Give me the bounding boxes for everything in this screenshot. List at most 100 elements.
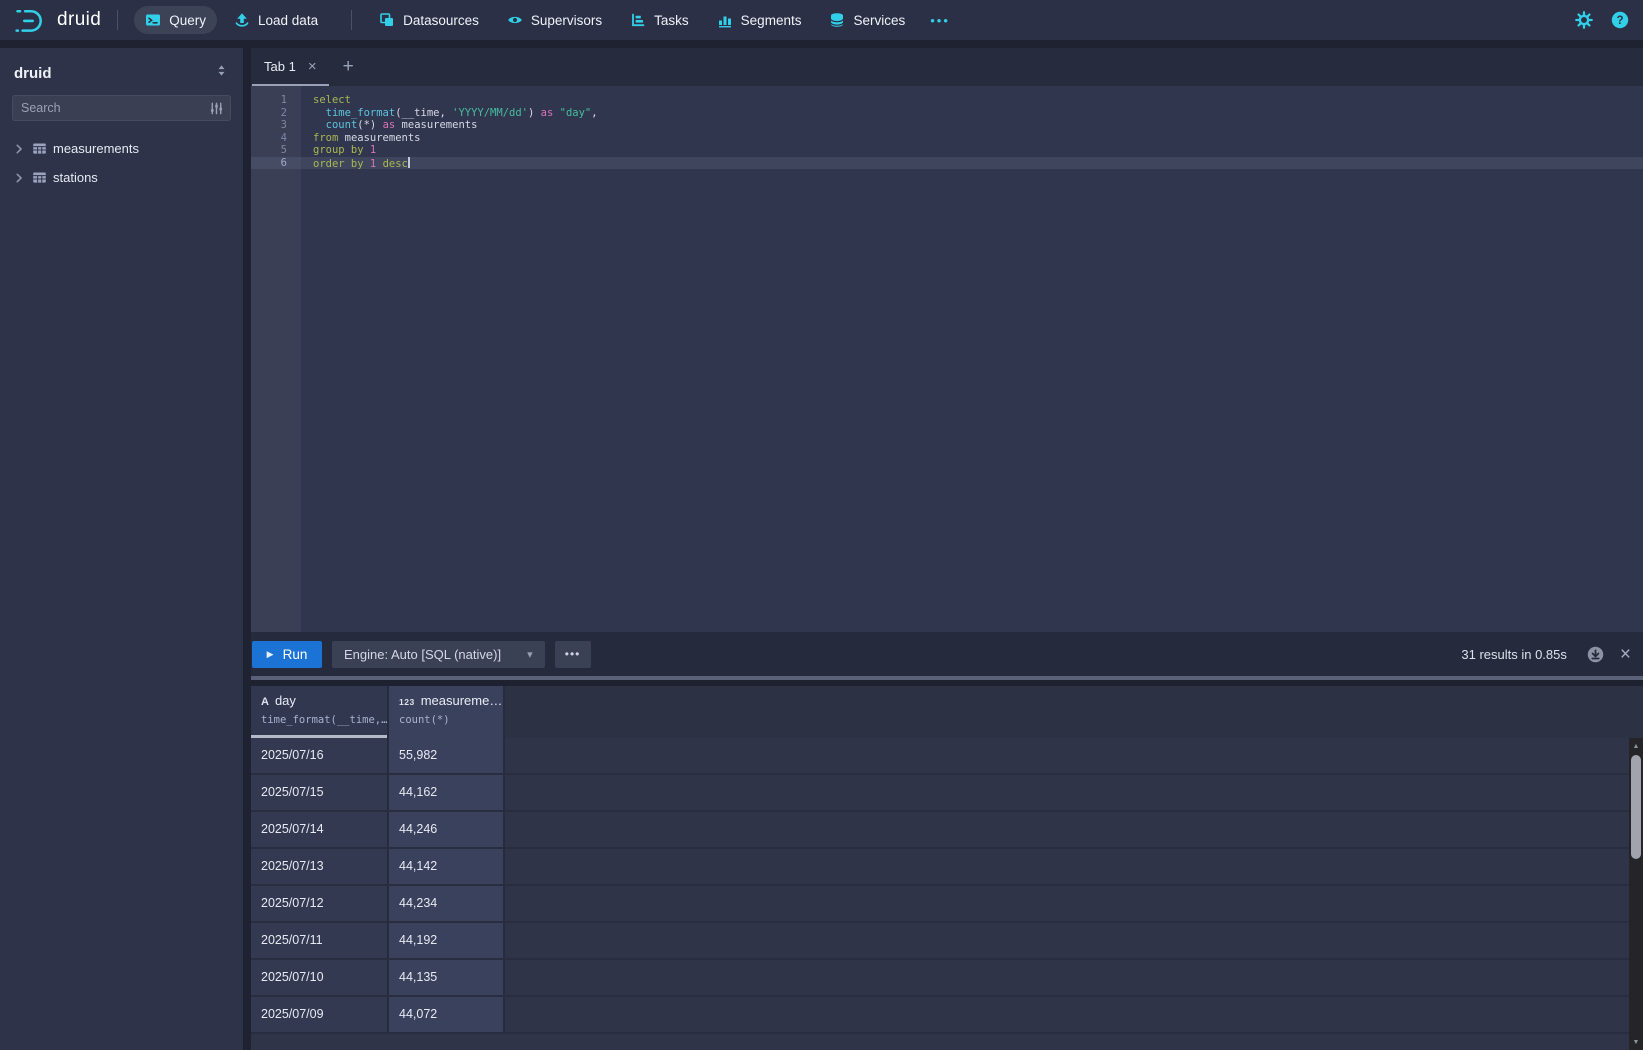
table-row: 2025/07/1655,982 <box>251 738 1643 775</box>
cell-measurements[interactable]: 44,135 <box>389 960 505 995</box>
row-filler <box>505 812 1643 847</box>
column-expression: count(*) <box>399 714 503 726</box>
search-input[interactable] <box>13 101 209 115</box>
code-line: select <box>301 94 1643 107</box>
search-box <box>12 95 231 121</box>
nav-item-label: Supervisors <box>531 13 602 28</box>
table-row: 2025/07/1244,234 <box>251 886 1643 923</box>
nav-divider <box>351 10 352 30</box>
nav-more-icon[interactable]: ••• <box>922 7 958 34</box>
number-type-icon: 123 <box>399 697 415 707</box>
gantt-icon <box>630 12 646 28</box>
nav-item-label: Load data <box>258 13 318 28</box>
result-summary: 31 results in 0.85s <box>1461 647 1567 662</box>
cell-measurements[interactable]: 44,072 <box>389 997 505 1032</box>
tree-item-measurements[interactable]: measurements <box>0 134 243 163</box>
row-filler <box>505 997 1643 1032</box>
sql-editor[interactable]: 123456 select time_format(__time, 'YYYY/… <box>251 86 1643 632</box>
code-line: order by 1 desc <box>301 157 1643 170</box>
close-results-icon[interactable]: × <box>1620 645 1631 664</box>
nav-item-label: Query <box>169 13 206 28</box>
filter-icon[interactable] <box>209 101 224 116</box>
nav-item-label: Services <box>853 13 905 28</box>
column-header-day[interactable]: A day time_format(__time,… <box>251 686 389 738</box>
engine-label: Engine: Auto [SQL (native)] <box>344 647 501 662</box>
nav-item-datasources[interactable]: Datasources <box>368 6 490 34</box>
editor-code[interactable]: select time_format(__time, 'YYYY/MM/dd')… <box>301 86 1643 632</box>
run-button[interactable]: ▶ Run <box>252 641 322 668</box>
nav-item-segments[interactable]: Segments <box>706 6 813 34</box>
column-expression: time_format(__time,… <box>261 714 387 726</box>
nav-divider <box>117 10 118 30</box>
row-filler <box>505 960 1643 995</box>
nav-item-query[interactable]: Query <box>134 6 217 34</box>
druid-logo-icon <box>14 7 48 34</box>
chevron-right-icon[interactable] <box>12 171 26 185</box>
table-icon <box>32 141 47 156</box>
datasource-tree: measurements stations <box>0 134 243 192</box>
engine-select[interactable]: Engine: Auto [SQL (native)] ▾ <box>332 641 545 668</box>
line-number: 6 <box>251 157 301 170</box>
column-header-measurements[interactable]: 123 measureme… count(*) <box>389 686 505 738</box>
schema-sidebar: druid measurements <box>0 48 243 1050</box>
tree-item-stations[interactable]: stations <box>0 163 243 192</box>
tab-close-icon[interactable]: × <box>308 59 317 74</box>
line-number: 5 <box>251 144 301 157</box>
nav-item-load-data[interactable]: Load data <box>223 6 329 34</box>
druid-console: druid Query Load data Datasources <box>0 0 1643 1050</box>
new-tab-icon[interactable]: + <box>329 56 368 78</box>
datasources-icon <box>379 12 395 28</box>
tab-active[interactable]: Tab 1 × <box>252 48 329 86</box>
gear-icon[interactable] <box>1575 11 1593 29</box>
druid-logo[interactable]: druid <box>14 7 101 34</box>
cell-day[interactable]: 2025/07/15 <box>251 775 389 810</box>
query-workbench: Tab 1 × + 123456 select time_format(__ti… <box>251 48 1643 1050</box>
line-number: 4 <box>251 132 301 145</box>
run-bar: ▶ Run Engine: Auto [SQL (native)] ▾ ••• … <box>251 632 1643 676</box>
code-line: time_format(__time, 'YYYY/MM/dd') as "da… <box>301 107 1643 120</box>
caret-down-icon: ▾ <box>527 648 533 661</box>
nav-item-tasks[interactable]: Tasks <box>619 6 700 34</box>
cell-day[interactable]: 2025/07/14 <box>251 812 389 847</box>
text-caret <box>408 157 410 168</box>
query-more-button[interactable]: ••• <box>555 641 591 668</box>
row-filler <box>505 738 1643 773</box>
results-body: 2025/07/1655,9822025/07/1544,1622025/07/… <box>251 738 1643 1034</box>
row-filler <box>505 849 1643 884</box>
cell-day[interactable]: 2025/07/09 <box>251 997 389 1032</box>
results-panel: A day time_format(__time,… 123 measureme… <box>251 686 1643 1050</box>
cell-day[interactable]: 2025/07/16 <box>251 738 389 773</box>
table-row: 2025/07/1344,142 <box>251 849 1643 886</box>
tree-item-label: measurements <box>53 141 139 156</box>
nav-item-supervisors[interactable]: Supervisors <box>496 6 613 34</box>
double-caret-icon[interactable] <box>214 63 229 83</box>
string-type-icon: A <box>261 696 269 708</box>
chevron-right-icon[interactable] <box>12 142 26 156</box>
help-icon[interactable]: ? <box>1611 11 1629 29</box>
table-row: 2025/07/1444,246 <box>251 812 1643 849</box>
cell-measurements[interactable]: 55,982 <box>389 738 505 773</box>
header-filler <box>505 686 1643 738</box>
tree-item-label: stations <box>53 170 98 185</box>
play-icon: ▶ <box>267 649 274 660</box>
nav-item-services[interactable]: Services <box>818 6 916 34</box>
line-number: 2 <box>251 107 301 120</box>
cell-day[interactable]: 2025/07/12 <box>251 886 389 921</box>
code-line: group by 1 <box>301 144 1643 157</box>
bar-chart-icon <box>717 12 733 28</box>
cell-measurements[interactable]: 44,192 <box>389 923 505 958</box>
scroll-down-icon[interactable]: ▼ <box>1629 1035 1643 1049</box>
row-filler <box>505 775 1643 810</box>
cell-day[interactable]: 2025/07/10 <box>251 960 389 995</box>
scrollbar-thumb[interactable] <box>1631 755 1641 859</box>
cell-day[interactable]: 2025/07/11 <box>251 923 389 958</box>
cell-measurements[interactable]: 44,162 <box>389 775 505 810</box>
eye-icon <box>507 12 523 28</box>
scroll-up-icon[interactable]: ▲ <box>1629 739 1643 753</box>
download-icon[interactable] <box>1587 646 1604 663</box>
cell-measurements[interactable]: 44,142 <box>389 849 505 884</box>
cell-day[interactable]: 2025/07/13 <box>251 849 389 884</box>
results-scrollbar[interactable]: ▲ ▼ <box>1629 738 1643 1050</box>
cell-measurements[interactable]: 44,234 <box>389 886 505 921</box>
cell-measurements[interactable]: 44,246 <box>389 812 505 847</box>
